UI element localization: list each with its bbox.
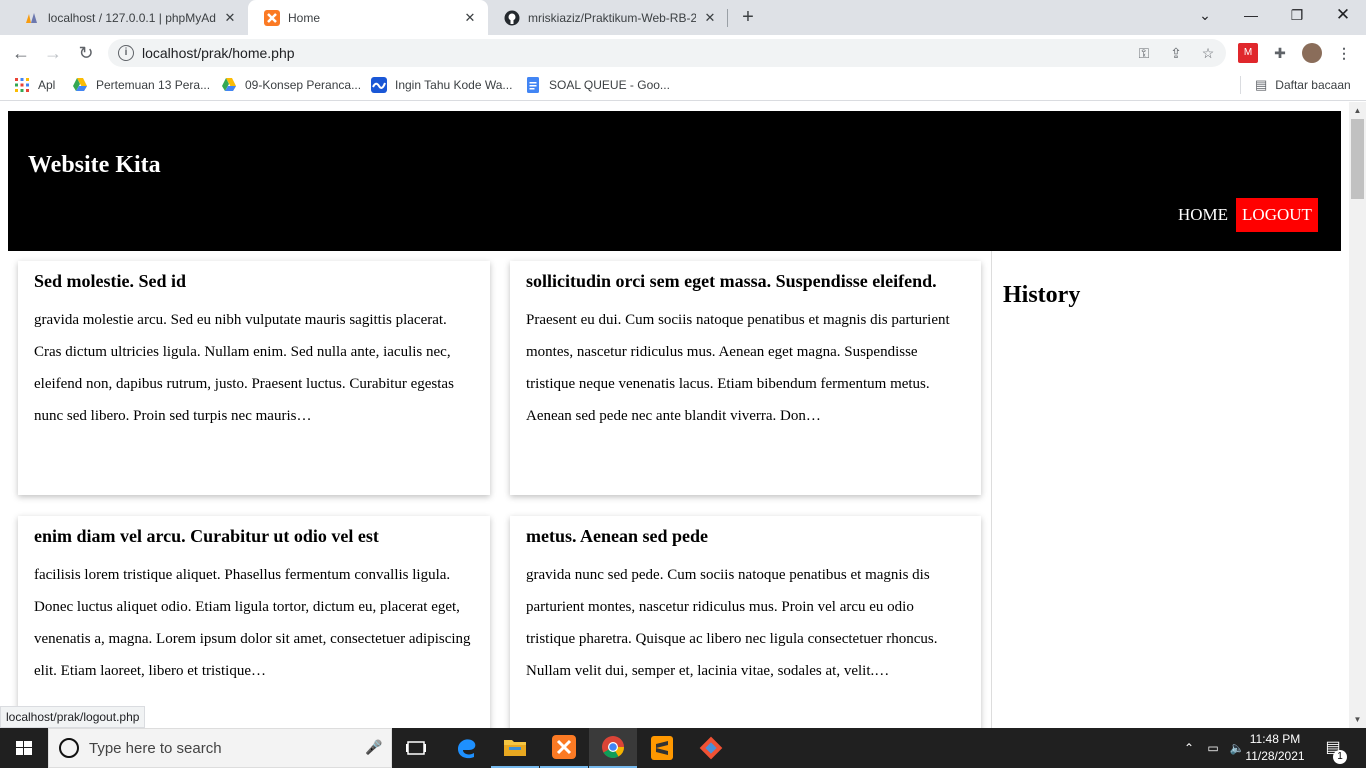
xampp-icon <box>264 9 280 26</box>
google-drive-icon <box>73 78 87 91</box>
browser-tab-strip: localhost / 127.0.0.1 | phpMyAdmin ✕ Hom… <box>0 0 1366 35</box>
profile-avatar[interactable] <box>1302 43 1322 63</box>
bookmark-label: Apl <box>38 78 56 92</box>
history-sidebar: History <box>991 251 1341 728</box>
page-viewport: Website Kita HOME LOGOUT Sed molestie. S… <box>0 102 1366 728</box>
reading-list-label: Daftar bacaan <box>1275 78 1351 92</box>
post-body: facilisis lorem tristique aliquet. Phase… <box>34 567 471 679</box>
bookmark-item[interactable]: Pertemuan 13 Pera... <box>72 76 210 94</box>
tab-divider <box>727 9 728 27</box>
post-title: enim diam vel arcu. Curabitur ut odio ve… <box>34 526 379 546</box>
bookmark-label: 09-Konsep Peranca... <box>245 78 362 92</box>
post-card: Sed molestie. Sed id gravida molestie ar… <box>18 261 490 495</box>
start-button[interactable] <box>0 728 48 768</box>
tab-label: mriskiaziz/Praktikum-Web-RB-2021 <box>528 10 696 25</box>
bookmark-label: Ingin Tahu Kode Wa... <box>395 78 513 92</box>
restore-button[interactable]: ❐ <box>1274 0 1320 30</box>
post-body: gravida molestie arcu. Sed eu nibh vulpu… <box>34 312 454 424</box>
clock-date: 11/28/2021 <box>1245 749 1305 763</box>
tab-home[interactable]: Home ✕ <box>248 0 488 35</box>
nav-home-link[interactable]: HOME <box>1170 198 1236 232</box>
tray-chevron-up-icon[interactable]: ⌃ <box>1180 728 1198 768</box>
file-explorer-icon[interactable] <box>491 728 539 768</box>
xampp-icon[interactable] <box>540 728 588 768</box>
bookmark-label: Pertemuan 13 Pera... <box>96 78 211 92</box>
post-title: metus. Aenean sed pede <box>526 526 709 546</box>
google-drive-icon <box>222 78 236 91</box>
bookmark-label: SOAL QUEUE - Goo... <box>549 78 670 92</box>
reading-list[interactable]: ▤ Daftar bacaan <box>1240 76 1351 94</box>
address-url[interactable]: localhost/prak/home.php <box>142 45 295 61</box>
minimize-button[interactable]: — <box>1228 0 1274 30</box>
git-icon[interactable] <box>687 728 735 768</box>
system-clock[interactable]: 11:48 PM 11/28/2021 <box>1240 731 1310 765</box>
wave-site-icon <box>371 77 387 93</box>
browser-toolbar: ← → ↻ i localhost/prak/home.php ⚿ ⇪ ☆ M … <box>0 35 1366 70</box>
apps-grid-icon <box>15 78 29 92</box>
more-menu-icon[interactable]: ⋮ <box>1334 43 1354 63</box>
back-arrow-icon[interactable]: ← <box>8 40 34 66</box>
site-info-icon[interactable]: i <box>118 45 134 61</box>
bookmark-item[interactable]: 09-Konsep Peranca... <box>221 76 361 94</box>
windows-logo-icon <box>16 741 32 755</box>
clock-time: 11:48 PM <box>1249 732 1301 746</box>
tab-phpmyadmin[interactable]: localhost / 127.0.0.1 | phpMyAdmin ✕ <box>8 0 248 35</box>
mendeley-extension-icon[interactable]: M <box>1238 43 1258 63</box>
sidebar-title: History <box>1003 282 1081 308</box>
bookmark-item[interactable]: SOAL QUEUE - Goo... <box>525 76 670 94</box>
site-header: Website Kita HOME LOGOUT <box>8 111 1341 251</box>
sublime-text-icon[interactable] <box>638 728 686 768</box>
notification-count-badge: 1 <box>1333 750 1347 764</box>
tab-search-chevron-icon[interactable]: ⌄ <box>1182 0 1228 30</box>
battery-icon[interactable]: ▭ <box>1202 728 1224 768</box>
scroll-up-arrow-icon[interactable]: ▲ <box>1349 102 1366 119</box>
bookmark-item[interactable]: Apl <box>14 76 55 94</box>
page-scrollbar[interactable]: ▲ ▼ <box>1349 102 1366 728</box>
post-title: Sed molestie. Sed id <box>34 271 187 291</box>
site-title: Website Kita <box>28 152 161 178</box>
reading-list-icon: ▤ <box>1255 77 1268 92</box>
address-bar[interactable]: i localhost/prak/home.php ⚿ ⇪ ☆ <box>108 39 1226 67</box>
microphone-icon[interactable]: 🎤 <box>365 739 382 756</box>
chrome-icon[interactable] <box>589 728 637 768</box>
phpmyadmin-icon <box>26 12 37 23</box>
post-card: metus. Aenean sed pede gravida nunc sed … <box>510 516 981 728</box>
scrollbar-thumb[interactable] <box>1351 119 1364 199</box>
reload-icon[interactable]: ↻ <box>73 40 99 66</box>
new-tab-button[interactable]: + <box>736 6 760 30</box>
link-status-bubble: localhost/prak/logout.php <box>0 706 146 728</box>
post-card: sollicitudin orci sem eget massa. Suspen… <box>510 261 981 495</box>
taskbar-search-box[interactable]: Type here to search 🎤 <box>48 728 392 768</box>
bookmarks-bar: Apl Pertemuan 13 Pera... 09-Konsep Peran… <box>0 70 1366 101</box>
post-body: gravida nunc sed pede. Cum sociis natoqu… <box>526 567 938 679</box>
google-docs-icon <box>527 77 539 93</box>
search-placeholder: Type here to search <box>89 740 222 757</box>
close-window-button[interactable]: ✕ <box>1320 0 1366 30</box>
tab-label: Home <box>288 10 321 25</box>
tab-label: localhost / 127.0.0.1 | phpMyAdmin <box>48 10 216 25</box>
close-tab-icon[interactable]: ✕ <box>462 10 478 26</box>
share-icon[interactable]: ⇪ <box>1168 45 1184 61</box>
bookmark-star-icon[interactable]: ☆ <box>1200 45 1216 61</box>
forward-arrow-icon[interactable]: → <box>40 40 66 66</box>
bookmark-item[interactable]: Ingin Tahu Kode Wa... <box>371 76 512 94</box>
search-icon <box>59 738 79 758</box>
tab-github[interactable]: mriskiaziz/Praktikum-Web-RB-2021 ✕ <box>488 0 728 35</box>
key-icon[interactable]: ⚿ <box>1136 45 1152 61</box>
github-icon <box>504 10 520 25</box>
extensions-puzzle-icon[interactable]: ✚ <box>1270 43 1290 63</box>
close-tab-icon[interactable]: ✕ <box>222 10 238 26</box>
scroll-down-arrow-icon[interactable]: ▼ <box>1349 711 1366 728</box>
edge-icon[interactable] <box>443 728 491 768</box>
nav-logout-link[interactable]: LOGOUT <box>1236 198 1318 232</box>
close-tab-icon[interactable]: ✕ <box>702 10 718 26</box>
post-body: Praesent eu dui. Cum sociis natoque pena… <box>526 312 950 424</box>
task-view-icon[interactable] <box>392 728 440 768</box>
windows-taskbar: Type here to search 🎤 ⌃ ▭ 🔈 11:48 PM 11/… <box>0 728 1366 768</box>
post-title: sollicitudin orci sem eget massa. Suspen… <box>526 271 937 291</box>
post-card: enim diam vel arcu. Curabitur ut odio ve… <box>18 516 490 728</box>
